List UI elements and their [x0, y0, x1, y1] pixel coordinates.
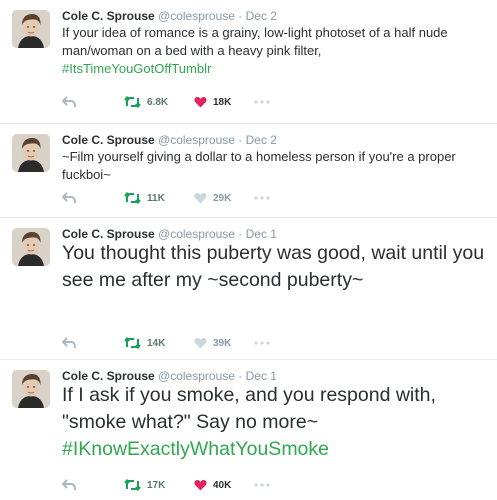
retweet-icon [124, 192, 141, 204]
more-button[interactable] [254, 483, 274, 487]
retweet-button[interactable]: 14K [124, 337, 194, 349]
reply-icon [62, 337, 76, 349]
more-button[interactable] [254, 100, 274, 104]
like-count: 40K [213, 479, 232, 491]
tweet-header: Cole C. Sprouse @colesprouse · Dec 1 [62, 227, 277, 241]
like-button[interactable]: 18K [194, 96, 254, 108]
tweet-actions: 11K 29K [62, 190, 274, 206]
tweet-date[interactable]: Dec 2 [246, 133, 277, 147]
separator: · [238, 133, 243, 147]
author-handle[interactable]: @colesprouse [158, 133, 235, 147]
retweet-count: 6.8K [147, 96, 169, 108]
retweet-button[interactable]: 11K [124, 192, 194, 204]
more-icon [254, 341, 270, 345]
tweet-date[interactable]: Dec 1 [246, 227, 277, 241]
author-handle[interactable]: @colesprouse [158, 369, 235, 383]
avatar[interactable] [12, 134, 50, 172]
avatar[interactable] [12, 228, 50, 266]
retweet-button[interactable]: 17K [124, 479, 194, 491]
retweet-count: 14K [147, 337, 166, 349]
retweet-icon [124, 96, 141, 108]
tweet[interactable]: Cole C. Sprouse @colesprouse · Dec 1 You… [0, 218, 497, 360]
like-button[interactable]: 39K [194, 337, 254, 349]
heart-icon [194, 479, 207, 491]
more-button[interactable] [254, 341, 274, 345]
retweet-button[interactable]: 6.8K [124, 96, 194, 108]
tweet-text: You thought this puberty was good, wait … [62, 240, 487, 294]
heart-icon [194, 192, 207, 204]
more-icon [254, 196, 270, 200]
heart-icon [194, 337, 207, 349]
reply-icon [62, 96, 76, 108]
tweet-actions: 17K 40K [62, 477, 274, 493]
separator: · [238, 9, 243, 23]
tweet-date[interactable]: Dec 1 [246, 369, 277, 383]
reply-icon [62, 192, 76, 204]
more-icon [254, 100, 270, 104]
author-handle[interactable]: @colesprouse [158, 9, 235, 23]
tweet-body: If I ask if you smoke, and you respond w… [62, 384, 436, 433]
reply-button[interactable] [62, 192, 124, 204]
tweet[interactable]: Cole C. Sprouse @colesprouse · Dec 2 ~Fi… [0, 124, 497, 218]
hashtag-link[interactable]: #ItsTimeYouGotOffTumblr [62, 61, 211, 76]
more-icon [254, 483, 270, 487]
like-count: 18K [213, 96, 232, 108]
avatar[interactable] [12, 10, 50, 48]
tweet-text: ~Film yourself giving a dollar to a home… [62, 148, 487, 184]
like-count: 29K [213, 192, 232, 204]
author-handle[interactable]: @colesprouse [158, 227, 235, 241]
reply-button[interactable] [62, 96, 124, 108]
tweet-actions: 14K 39K [62, 335, 274, 351]
tweet-body: You thought this puberty was good, wait … [62, 242, 485, 291]
tweet-body: ~Film yourself giving a dollar to a home… [62, 149, 456, 182]
tweet-body: If your idea of romance is a grainy, low… [62, 25, 448, 58]
separator: · [238, 369, 243, 383]
hashtag-link[interactable]: #IKnowExactlyWhatYouSmoke [62, 438, 329, 460]
tweet-header: Cole C. Sprouse @colesprouse · Dec 1 [62, 369, 277, 383]
retweet-icon [124, 479, 141, 491]
more-button[interactable] [254, 196, 274, 200]
tweet-text: If I ask if you smoke, and you respond w… [62, 382, 487, 463]
tweet-actions: 6.8K 18K [62, 94, 274, 110]
tweet-header: Cole C. Sprouse @colesprouse · Dec 2 [62, 133, 277, 147]
heart-icon [194, 96, 207, 108]
reply-button[interactable] [62, 479, 124, 491]
tweet[interactable]: Cole C. Sprouse @colesprouse · Dec 1 If … [0, 360, 497, 500]
tweet-header: Cole C. Sprouse @colesprouse · Dec 2 [62, 9, 277, 23]
author-name[interactable]: Cole C. Sprouse [62, 227, 155, 241]
like-button[interactable]: 29K [194, 192, 254, 204]
reply-icon [62, 479, 76, 491]
author-name[interactable]: Cole C. Sprouse [62, 9, 155, 23]
retweet-icon [124, 337, 141, 349]
avatar[interactable] [12, 370, 50, 408]
tweet-date[interactable]: Dec 2 [246, 9, 277, 23]
tweet-text: If your idea of romance is a grainy, low… [62, 24, 487, 78]
separator: · [238, 227, 243, 241]
like-count: 39K [213, 337, 232, 349]
retweet-count: 17K [147, 479, 166, 491]
like-button[interactable]: 40K [194, 479, 254, 491]
tweet[interactable]: Cole C. Sprouse @colesprouse · Dec 2 If … [0, 0, 497, 124]
retweet-count: 11K [147, 192, 165, 204]
reply-button[interactable] [62, 337, 124, 349]
author-name[interactable]: Cole C. Sprouse [62, 369, 155, 383]
author-name[interactable]: Cole C. Sprouse [62, 133, 155, 147]
